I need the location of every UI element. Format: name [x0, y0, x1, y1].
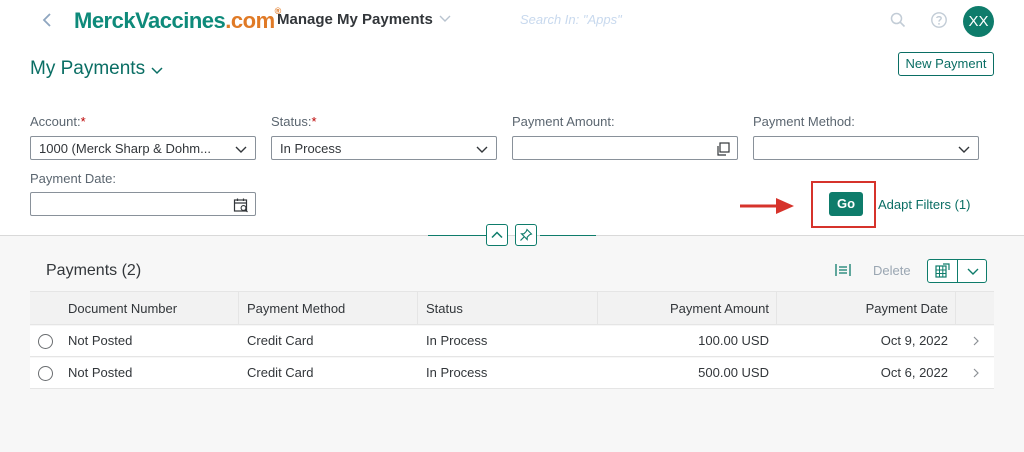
adapt-filters-link[interactable]: Adapt Filters (1): [878, 197, 970, 212]
column-header-status[interactable]: Status: [426, 292, 463, 325]
table-settings-icon[interactable]: [834, 262, 852, 278]
status-select[interactable]: In Process: [271, 136, 497, 160]
app-menu-chevron-down-icon[interactable]: [438, 11, 452, 25]
column-header-document-number[interactable]: Document Number: [68, 292, 177, 325]
chevron-down-icon[interactable]: [233, 141, 249, 157]
export-icon[interactable]: [934, 263, 950, 279]
collapse-header-button[interactable]: [486, 224, 508, 246]
column-divider: [417, 292, 418, 325]
required-marker: *: [80, 114, 86, 129]
chevron-up-icon: [491, 231, 503, 239]
pin-icon: [520, 228, 533, 241]
required-marker: *: [311, 114, 317, 129]
logo-domain: .com: [225, 8, 275, 33]
shell-bar: MerckVaccines.com® Manage My Payments Se…: [0, 0, 1024, 42]
chevron-down-icon[interactable]: [956, 141, 972, 157]
cell-payment-method: Credit Card: [247, 333, 314, 348]
status-value: In Process: [280, 141, 342, 156]
chevron-right-icon[interactable]: [970, 335, 982, 347]
column-header-payment-date[interactable]: Payment Date: [777, 292, 948, 325]
back-icon[interactable]: [38, 10, 58, 30]
row-select-radio[interactable]: [38, 334, 53, 349]
app-title[interactable]: Manage My Payments: [277, 11, 433, 28]
cell-status: In Process: [426, 333, 488, 348]
export-split-button[interactable]: [927, 259, 987, 283]
payment-date-picker[interactable]: [30, 192, 256, 216]
cell-status: In Process: [426, 365, 488, 380]
payment-method-select[interactable]: [753, 136, 979, 160]
cell-payment-amount: 100.00 USD: [698, 333, 769, 348]
table-row[interactable]: Not Posted Credit Card In Process 500.00…: [30, 358, 994, 389]
cell-payment-date: Oct 9, 2022: [880, 333, 948, 348]
account-label: Account:*: [30, 114, 86, 129]
variant-title[interactable]: My Payments: [30, 58, 145, 80]
payment-date-label: Payment Date:: [30, 171, 116, 186]
cell-payment-method: Credit Card: [247, 365, 314, 380]
chevron-down-icon[interactable]: [474, 141, 490, 157]
delete-button[interactable]: Delete: [873, 263, 911, 278]
account-value: 1000 (Merck Sharp & Dohm...: [39, 141, 211, 156]
table-header: Document Number Payment Method Status Pa…: [30, 291, 994, 325]
cell-payment-date: Oct 6, 2022: [880, 365, 948, 380]
pin-header-button[interactable]: [515, 224, 537, 246]
account-select[interactable]: 1000 (Merck Sharp & Dohm...: [30, 136, 256, 160]
annotation-arrow-icon: [740, 198, 794, 214]
payment-amount-label: Payment Amount:: [512, 114, 615, 129]
payment-amount-input[interactable]: [512, 136, 738, 160]
table-row[interactable]: Not Posted Credit Card In Process 100.00…: [30, 326, 994, 357]
merck-vaccines-logo[interactable]: MerckVaccines.com®: [74, 6, 281, 34]
column-header-payment-amount[interactable]: Payment Amount: [598, 292, 769, 325]
cell-document-number: Not Posted: [68, 365, 133, 380]
new-payment-button[interactable]: New Payment: [898, 52, 994, 76]
column-divider: [955, 292, 956, 325]
search-input[interactable]: Search In: "Apps": [520, 12, 622, 27]
value-help-icon[interactable]: [715, 141, 731, 157]
chevron-down-icon[interactable]: [965, 263, 981, 279]
collapse-line-right: [540, 235, 596, 236]
split-divider: [957, 260, 958, 282]
header-divider: [0, 235, 1024, 236]
calendar-icon[interactable]: [233, 197, 249, 213]
search-icon[interactable]: [889, 11, 907, 29]
column-header-payment-method[interactable]: Payment Method: [247, 292, 345, 325]
column-divider: [238, 292, 239, 325]
logo-text: MerckVaccines: [74, 8, 226, 33]
cell-document-number: Not Posted: [68, 333, 133, 348]
chevron-right-icon[interactable]: [970, 367, 982, 379]
variant-chevron-down-icon[interactable]: [150, 63, 164, 77]
go-button[interactable]: Go: [829, 192, 863, 216]
row-select-radio[interactable]: [38, 366, 53, 381]
collapse-line-left: [428, 235, 486, 236]
cell-payment-amount: 500.00 USD: [698, 365, 769, 380]
help-icon[interactable]: [930, 11, 948, 29]
status-label: Status:*: [271, 114, 317, 129]
payment-method-label: Payment Method:: [753, 114, 855, 129]
user-avatar[interactable]: XX: [963, 6, 994, 37]
table-title: Payments (2): [46, 262, 142, 279]
